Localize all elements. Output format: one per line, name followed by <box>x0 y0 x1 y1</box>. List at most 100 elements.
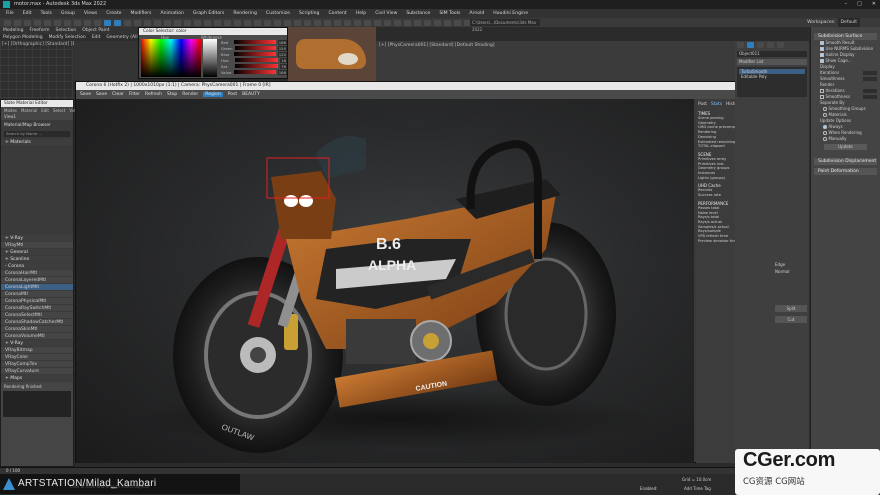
menu-modifiers[interactable]: Modifiers <box>130 11 151 16</box>
toolbar-button-icon[interactable] <box>414 19 421 26</box>
modifier-list-dropdown[interactable]: Modifier List <box>737 59 807 65</box>
split-button[interactable]: Split <box>775 305 807 312</box>
subdivision-surface-header[interactable]: Subdivision Surface <box>814 33 877 40</box>
browser-search-input[interactable]: Search by Name ... <box>4 131 70 137</box>
hue-picker[interactable] <box>141 39 201 77</box>
toolbar-button-icon[interactable] <box>14 19 21 26</box>
camera-viewport-label[interactable]: [+] [PhysCamera001] [Standard] [Default … <box>376 41 736 50</box>
toolbar-button-icon[interactable] <box>384 19 391 26</box>
toolbar-button-icon[interactable] <box>94 19 101 26</box>
channel-value[interactable]: 150 <box>277 45 287 51</box>
maximize-icon[interactable]: □ <box>857 0 862 9</box>
toolbar-button-icon[interactable] <box>444 19 451 26</box>
stats-tab-stats[interactable]: Stats <box>711 102 722 107</box>
channel-slider[interactable] <box>234 64 279 68</box>
toolbar-button-icon[interactable] <box>144 19 151 26</box>
menu-substance[interactable]: Substance <box>406 11 430 16</box>
toolbar-button-icon[interactable] <box>204 19 211 26</box>
channel-slider[interactable] <box>234 70 276 74</box>
material-list-item[interactable]: CoronaShadowCatcherMtl <box>1 319 73 326</box>
material-list-item[interactable]: + General <box>1 249 73 256</box>
menu-tools[interactable]: Tools <box>41 11 52 16</box>
menu-civil-view[interactable]: Civil View <box>375 11 397 16</box>
menu-customize[interactable]: Customize <box>266 11 290 16</box>
menu-file[interactable]: File <box>6 11 14 16</box>
toolbar-button-icon[interactable] <box>104 19 111 26</box>
perspective-viewport[interactable] <box>288 27 376 81</box>
create-tab-icon[interactable] <box>737 42 744 48</box>
option-checkbox[interactable] <box>820 53 824 57</box>
update-button[interactable]: Update <box>824 144 867 150</box>
corona-tool-post[interactable]: Post <box>228 92 237 97</box>
corona-tool-save[interactable]: Save <box>96 92 107 97</box>
material-list-item[interactable]: CoronaMtl <box>1 291 73 298</box>
toolbar-button-icon[interactable] <box>284 19 291 26</box>
toolbar-button-icon[interactable] <box>434 19 441 26</box>
material-list-item[interactable]: VRayCompTex <box>1 361 73 368</box>
toolbar-button-icon[interactable] <box>124 19 131 26</box>
material-list-item[interactable]: + V-Ray <box>1 340 73 347</box>
menu-rendering[interactable]: Rendering <box>233 11 256 16</box>
channel-value[interactable]: 76 <box>280 63 287 69</box>
channel-value[interactable]: 166 <box>277 69 287 75</box>
paint-deformation-header[interactable]: Paint Deformation <box>814 168 877 175</box>
toolbar-button-icon[interactable] <box>44 19 51 26</box>
toolbar-button-icon[interactable] <box>224 19 231 26</box>
corona-tool-beauty[interactable]: BEAUTY <box>242 92 260 97</box>
toolbar-button-icon[interactable] <box>304 19 311 26</box>
cut-button[interactable]: Cut <box>775 316 807 323</box>
material-list-item[interactable]: + V-Ray <box>1 235 73 242</box>
menu-sim-tools[interactable]: SIM Tools <box>439 11 460 16</box>
toolbar-button-icon[interactable] <box>254 19 261 26</box>
menu-edit[interactable]: Edit <box>23 11 32 16</box>
ribbon-tab-freeform[interactable]: Freeform <box>29 28 49 33</box>
orthographic-viewport[interactable]: [+] [Orthographic] [Standard] [Edged Fac… <box>0 41 102 99</box>
toolbar-button-icon[interactable] <box>154 19 161 26</box>
channel-value[interactable]: 166 <box>277 39 287 45</box>
material-list-item[interactable]: CoronaPhysicalMtl <box>1 298 73 305</box>
toolbar-button-icon[interactable] <box>234 19 241 26</box>
render-iterations-spinner[interactable] <box>863 88 877 94</box>
toolbar-button-icon[interactable] <box>364 19 371 26</box>
toolbar-button-icon[interactable] <box>84 19 91 26</box>
toolbar-button-icon[interactable] <box>34 19 41 26</box>
slate-menu-material[interactable]: Material <box>21 108 37 113</box>
menu-scripting[interactable]: Scripting <box>299 11 319 16</box>
channel-value[interactable]: 120 <box>277 51 287 57</box>
toolbar-button-icon[interactable] <box>114 19 121 26</box>
toolbar-button-icon[interactable] <box>324 19 331 26</box>
option-checkbox[interactable] <box>820 59 824 63</box>
subdivision-displacement-header[interactable]: Subdivision Displacement <box>814 158 877 165</box>
material-list-item[interactable]: VRayMtl <box>1 242 73 249</box>
toolbar-button-icon[interactable] <box>424 19 431 26</box>
toolbar-button-icon[interactable] <box>174 19 181 26</box>
toolbar-button-icon[interactable] <box>404 19 411 26</box>
display-tab-icon[interactable] <box>777 42 784 48</box>
corona-tool-region[interactable]: Region <box>203 92 223 97</box>
maps-section[interactable]: + Maps <box>1 375 73 382</box>
viewport-area[interactable] <box>74 41 138 81</box>
toolbar-button-icon[interactable] <box>64 19 71 26</box>
toolbar-button-icon[interactable] <box>294 19 301 26</box>
close-icon[interactable]: ✕ <box>872 0 876 9</box>
corona-tool-render[interactable]: Render <box>182 92 198 97</box>
toolbar-button-icon[interactable] <box>394 19 401 26</box>
menu-houdini-engine[interactable]: Houdini Engine <box>493 11 528 16</box>
toolbar-button-icon[interactable] <box>24 19 31 26</box>
toolbar-button-icon[interactable] <box>354 19 361 26</box>
whiteness-bar[interactable] <box>203 39 217 77</box>
toolbar-button-icon[interactable] <box>274 19 281 26</box>
menu-animation[interactable]: Animation <box>160 11 183 16</box>
toolbar-button-icon[interactable] <box>194 19 201 26</box>
channel-slider[interactable] <box>234 40 276 44</box>
menu-create[interactable]: Create <box>106 11 121 16</box>
channel-value[interactable]: 18 <box>280 57 287 63</box>
menu-group[interactable]: Group <box>61 11 75 16</box>
option-checkbox[interactable] <box>820 47 824 51</box>
corona-tool-filter[interactable]: Filter <box>129 92 140 97</box>
render-smoothness-checkbox[interactable] <box>820 95 824 99</box>
toolbar-button-icon[interactable] <box>244 19 251 26</box>
menu-content[interactable]: Content <box>328 11 346 16</box>
slate-menu-select[interactable]: Select <box>53 108 65 113</box>
menu-arnold[interactable]: Arnold <box>469 11 484 16</box>
